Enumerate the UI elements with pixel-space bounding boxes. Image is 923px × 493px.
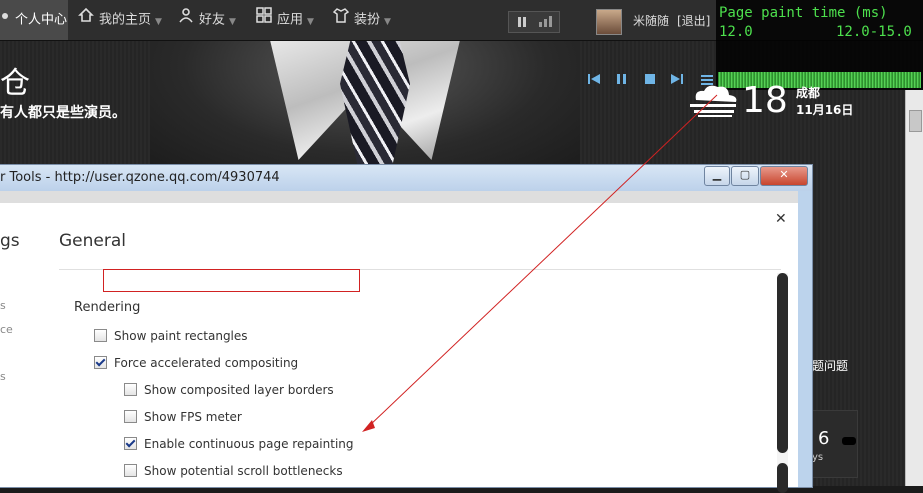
- hero-subtitle: 有人都只是些演员。: [0, 105, 126, 121]
- sidebar-item-fragment[interactable]: s: [0, 370, 6, 383]
- nav-item-decorate[interactable]: 装扮 ▼: [332, 0, 391, 40]
- minimize-button[interactable]: ▁: [704, 166, 730, 186]
- nav-item-label: 我的主页: [99, 12, 152, 28]
- view-toggle[interactable]: [508, 11, 560, 33]
- checkbox[interactable]: [124, 464, 137, 477]
- devtools-titlebar[interactable]: r Tools - http://user.qzone.qq.com/49307…: [0, 165, 812, 191]
- checkbox[interactable]: [94, 356, 107, 369]
- sidebar-item-fragment[interactable]: s: [0, 299, 6, 312]
- paint-time-overlay: Page paint time (ms) 12.0 12.0-15.0: [716, 0, 923, 90]
- previous-icon: [588, 74, 600, 84]
- settings-scrollbar[interactable]: [777, 273, 788, 493]
- friends-icon: [178, 0, 194, 40]
- paint-time-current: 12.0: [719, 24, 753, 40]
- chevron-down-icon: ▼: [155, 16, 162, 27]
- chevron-down-icon: ▼: [384, 16, 391, 27]
- devtools-window-title: r Tools - http://user.qzone.qq.com/49307…: [0, 170, 280, 185]
- sidebar-item-fragment[interactable]: ce: [0, 323, 13, 336]
- maximize-button[interactable]: ▢: [731, 166, 759, 186]
- page-scrollbar-thumb[interactable]: [909, 110, 922, 132]
- checkbox[interactable]: [124, 383, 137, 396]
- side-widget-toggle[interactable]: [842, 437, 856, 445]
- previous-button[interactable]: [587, 72, 601, 90]
- option-label: Show FPS meter: [144, 410, 242, 424]
- devtools-window: r Tools - http://user.qzone.qq.com/49307…: [0, 164, 813, 493]
- stop-icon: [645, 74, 655, 84]
- settings-sidebar: gs s ce s: [0, 203, 45, 487]
- bars-view-icon: [539, 16, 552, 27]
- annotation-highlight-box: [103, 269, 360, 292]
- user-name[interactable]: 米随随: [633, 12, 669, 29]
- avatar[interactable]: [596, 9, 622, 35]
- paint-time-title: Page paint time (ms): [719, 5, 888, 21]
- option-label: Enable continuous page repainting: [144, 437, 354, 451]
- nav-item-apps[interactable]: 应用 ▼: [256, 0, 314, 40]
- option-show-potential-scroll-bottlenecks[interactable]: Show potential scroll bottlenecks: [124, 464, 343, 478]
- option-show-fps-meter[interactable]: Show FPS meter: [124, 410, 242, 424]
- close-icon: ✕: [779, 168, 789, 181]
- next-icon: [671, 74, 683, 84]
- weather-date: 11月16日: [796, 103, 854, 117]
- nav-item-label: 好友: [199, 12, 226, 28]
- page-scrollbar[interactable]: [905, 90, 923, 486]
- option-force-accelerated-compositing[interactable]: Force accelerated compositing: [94, 356, 298, 370]
- nav-item-personal-center[interactable]: 个人中心: [0, 0, 68, 40]
- pause-icon: [617, 74, 626, 84]
- nav-item-label: 个人中心: [15, 12, 68, 28]
- next-button[interactable]: [670, 72, 684, 90]
- minimize-icon: ▁: [712, 168, 722, 181]
- checkbox[interactable]: [124, 410, 137, 423]
- settings-scrollbar-lower[interactable]: [777, 463, 788, 493]
- close-icon: ✕: [775, 211, 787, 227]
- window-close-button[interactable]: ✕: [760, 166, 808, 186]
- stop-button[interactable]: [643, 72, 657, 90]
- option-label: Show paint rectangles: [114, 329, 248, 343]
- option-enable-continuous-page-repainting[interactable]: Enable continuous page repainting: [124, 437, 354, 451]
- nav-item-label: 装扮: [354, 12, 381, 28]
- checkbox[interactable]: [124, 437, 137, 450]
- option-show-composited-layer-borders[interactable]: Show composited layer borders: [124, 383, 334, 397]
- weather-temperature: 18: [742, 80, 788, 121]
- apps-grid-icon: [256, 0, 272, 40]
- option-label: Show potential scroll bottlenecks: [144, 464, 343, 478]
- checkbox[interactable]: [94, 329, 107, 342]
- side-widget-number: 6: [818, 428, 830, 449]
- side-widget-caption: ys: [812, 452, 824, 463]
- logout-link[interactable]: [退出]: [677, 12, 710, 29]
- settings-panel: gs s ce s General ✕ Rendering Show paint…: [0, 203, 798, 493]
- paint-time-range: 12.0-15.0: [836, 24, 912, 40]
- chevron-down-icon: ▼: [229, 16, 236, 27]
- home-icon: [78, 0, 94, 40]
- option-show-paint-rectangles[interactable]: Show paint rectangles: [94, 329, 248, 343]
- option-label: Show composited layer borders: [144, 383, 334, 397]
- chevron-down-icon: ▼: [307, 16, 314, 27]
- weather-city: 成都: [796, 86, 821, 100]
- settings-scrollbar-thumb[interactable]: [777, 273, 788, 453]
- user-circle-icon: [0, 0, 10, 40]
- shirt-icon: [332, 0, 350, 40]
- maximize-icon: ▢: [739, 168, 751, 181]
- option-label: Force accelerated compositing: [114, 356, 299, 370]
- pause-button[interactable]: [615, 72, 629, 90]
- nav-item-my-home[interactable]: 我的主页 ▼: [78, 0, 162, 40]
- nav-item-label: 应用: [277, 12, 304, 28]
- nav-item-friends[interactable]: 好友 ▼: [178, 0, 236, 40]
- settings-section-title: General: [59, 231, 126, 251]
- hero-title: 仓: [0, 66, 30, 101]
- settings-close-button[interactable]: ✕: [775, 211, 787, 227]
- pause-view-icon: [518, 17, 526, 27]
- cloud-fog-icon: [688, 82, 740, 118]
- rendering-section-label: Rendering: [74, 300, 141, 315]
- side-link-text[interactable]: 题问题: [812, 357, 848, 374]
- settings-sidebar-title: gs: [0, 231, 20, 251]
